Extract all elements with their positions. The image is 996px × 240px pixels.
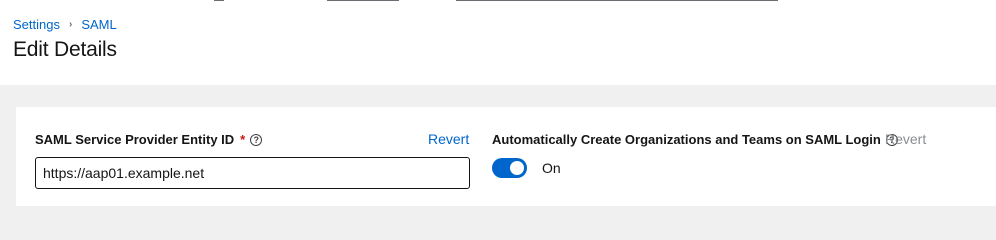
breadcrumb: Settings › SAML bbox=[13, 17, 117, 32]
auto-create-label-text: Automatically Create Organizations and T… bbox=[492, 132, 881, 147]
page-title: Edit Details bbox=[13, 38, 117, 61]
entity-id-revert-button[interactable]: Revert bbox=[428, 131, 469, 147]
breadcrumb-saml[interactable]: SAML bbox=[81, 17, 116, 32]
question-circle-icon[interactable]: ? bbox=[250, 133, 263, 146]
chevron-right-icon: › bbox=[68, 19, 73, 30]
page-header: Settings › SAML Edit Details bbox=[0, 2, 996, 85]
auto-create-toggle[interactable] bbox=[492, 158, 527, 178]
auto-create-revert-button: Revert bbox=[885, 131, 927, 147]
entity-id-input[interactable] bbox=[35, 157, 470, 189]
toggle-knob bbox=[510, 161, 524, 175]
entity-id-label-text: SAML Service Provider Entity ID bbox=[35, 132, 235, 147]
toggle-state-label: On bbox=[542, 160, 561, 176]
required-marker: * bbox=[240, 132, 246, 147]
breadcrumb-settings[interactable]: Settings bbox=[13, 17, 60, 32]
auto-create-label: Automatically Create Organizations and T… bbox=[492, 132, 898, 147]
entity-id-label: SAML Service Provider Entity ID * ? bbox=[35, 132, 263, 147]
